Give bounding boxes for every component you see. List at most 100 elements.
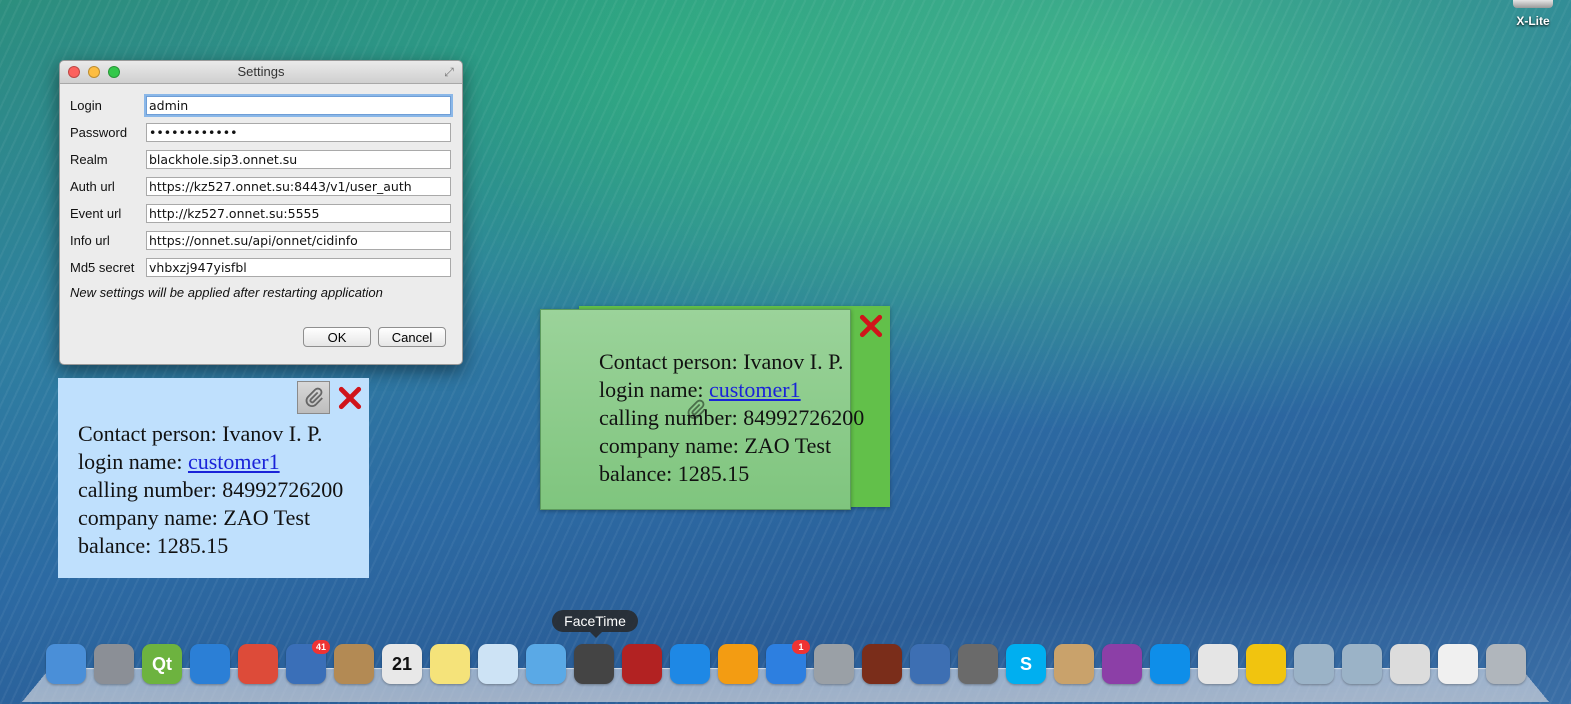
automator-icon[interactable] (958, 644, 998, 684)
md5-secret-input[interactable] (146, 258, 451, 277)
xlite-label: X-Lite (1516, 14, 1550, 28)
music-icon[interactable] (670, 644, 710, 684)
menubar-xlite-app[interactable]: X-Lite (1509, 0, 1557, 28)
finder-icon[interactable] (46, 644, 86, 684)
skype-glyph: S (1019, 653, 1032, 674)
zoom-window-button[interactable] (108, 66, 120, 78)
event-url-label: Event url (70, 206, 122, 221)
box-icon[interactable] (1054, 644, 1094, 684)
login-input[interactable] (146, 96, 451, 115)
settings-form: Login Password Realm Auth url Event url … (60, 84, 462, 300)
settings-title: Settings (237, 64, 285, 79)
realm-input[interactable] (146, 150, 451, 169)
mail-icon[interactable]: 41 (286, 640, 330, 684)
preview-icon[interactable] (478, 644, 518, 684)
calling-line: calling number: 84992726200 (78, 476, 343, 504)
contacts-icon[interactable] (334, 644, 374, 684)
dock-tooltip: FaceTime (552, 610, 638, 638)
quicktime-icon[interactable] (910, 644, 950, 684)
password-input[interactable] (146, 123, 451, 142)
calling-label: calling number: (78, 477, 223, 502)
auth-url-input[interactable] (146, 177, 451, 196)
photobooth-icon[interactable] (622, 644, 662, 684)
balance-line: balance: 1285.15 (78, 532, 343, 560)
notes-icon[interactable] (430, 644, 470, 684)
qt-glyph: Qt (152, 653, 172, 674)
login-line: login name: customer1 (599, 376, 864, 404)
balance-label: balance: (599, 461, 678, 486)
dock: Qt 41 21 1 S (46, 640, 1526, 684)
auth-url-label: Auth url (70, 179, 115, 194)
chat-icon[interactable] (526, 644, 566, 684)
login-name-label: login name: (599, 377, 709, 402)
xlite-icon (1513, 0, 1553, 8)
close-icon[interactable] (854, 309, 887, 342)
restart-note: New settings will be applied after resta… (70, 285, 383, 300)
login-label: Login (70, 98, 102, 113)
md5-secret-label: Md5 secret (70, 260, 135, 275)
speaker-icon[interactable] (862, 644, 902, 684)
login-name-link[interactable]: customer1 (709, 377, 801, 402)
teamviewer-icon[interactable] (1150, 644, 1190, 684)
calendar-glyph: 21 (391, 653, 413, 674)
folder-icon[interactable] (1294, 644, 1334, 684)
pencil-icon[interactable] (1198, 644, 1238, 684)
camera-icon[interactable] (574, 644, 614, 684)
contact-label: Contact person: (78, 421, 223, 446)
password-label: Password (70, 125, 128, 140)
login-name-label: login name: (78, 449, 188, 474)
company-label: company name: (599, 433, 745, 458)
mail-badge: 41 (312, 640, 330, 654)
cancel-button[interactable]: Cancel (378, 327, 446, 347)
appstore-icon[interactable]: 1 (766, 640, 810, 684)
contact-value: Ivanov I. P. (222, 421, 323, 446)
balance-line: balance: 1285.15 (599, 460, 864, 488)
settings-window: Settings ⤢ Login Password Realm Auth url… (59, 60, 463, 365)
company-line: company name: ZAO Test (599, 432, 864, 460)
event-url-input[interactable] (146, 204, 451, 223)
monitor-icon[interactable] (1102, 644, 1142, 684)
fullscreen-icon[interactable]: ⤢ (442, 65, 456, 79)
close-window-button[interactable] (68, 66, 80, 78)
login-name-link[interactable]: customer1 (188, 449, 280, 474)
caller-info-popup-blue: Contact person: Ivanov I. P. login name:… (58, 378, 369, 578)
minimize-window-button[interactable] (88, 66, 100, 78)
document-stack-icon[interactable] (1438, 644, 1478, 684)
chrome-icon[interactable] (238, 644, 278, 684)
calendar-icon[interactable]: 21 (382, 644, 422, 684)
rocket-icon[interactable] (94, 644, 134, 684)
balance-value: 1285.15 (677, 461, 750, 486)
info-url-label: Info url (70, 233, 110, 248)
balance-label: balance: (78, 533, 157, 558)
company-value: ZAO Test (223, 505, 311, 530)
contact-line: Contact person: Ivanov I. P. (599, 348, 864, 376)
realm-label: Realm (70, 152, 108, 167)
close-icon[interactable] (333, 381, 366, 414)
compass-icon[interactable] (190, 644, 230, 684)
settings-titlebar[interactable]: Settings ⤢ (60, 61, 462, 84)
company-label: company name: (78, 505, 224, 530)
caller-info-popup-green: Contact person: Ivanov I. P. login name:… (540, 306, 890, 510)
paperclip-icon[interactable] (297, 381, 330, 414)
trash-icon[interactable] (1486, 644, 1526, 684)
qt-icon[interactable]: Qt (142, 644, 182, 684)
info-url-input[interactable] (146, 231, 451, 250)
app-store-badge: 1 (792, 640, 810, 654)
book-icon[interactable] (718, 644, 758, 684)
ok-button[interactable]: OK (303, 327, 371, 347)
calling-line: calling number: 84992726200 (599, 404, 864, 432)
company-value: ZAO Test (744, 433, 832, 458)
skype-icon[interactable]: S (1006, 644, 1046, 684)
gear-icon[interactable] (814, 644, 854, 684)
company-line: company name: ZAO Test (78, 504, 343, 532)
calling-value: 84992726200 (743, 405, 865, 430)
stack-icon[interactable] (1390, 644, 1430, 684)
calling-value: 84992726200 (222, 477, 344, 502)
phone-icon[interactable] (1246, 644, 1286, 684)
calling-label: calling number: (599, 405, 744, 430)
login-line: login name: customer1 (78, 448, 343, 476)
contact-line: Contact person: Ivanov I. P. (78, 420, 343, 448)
folder-download-icon[interactable] (1342, 644, 1382, 684)
contact-value: Ivanov I. P. (743, 349, 844, 374)
balance-value: 1285.15 (156, 533, 229, 558)
